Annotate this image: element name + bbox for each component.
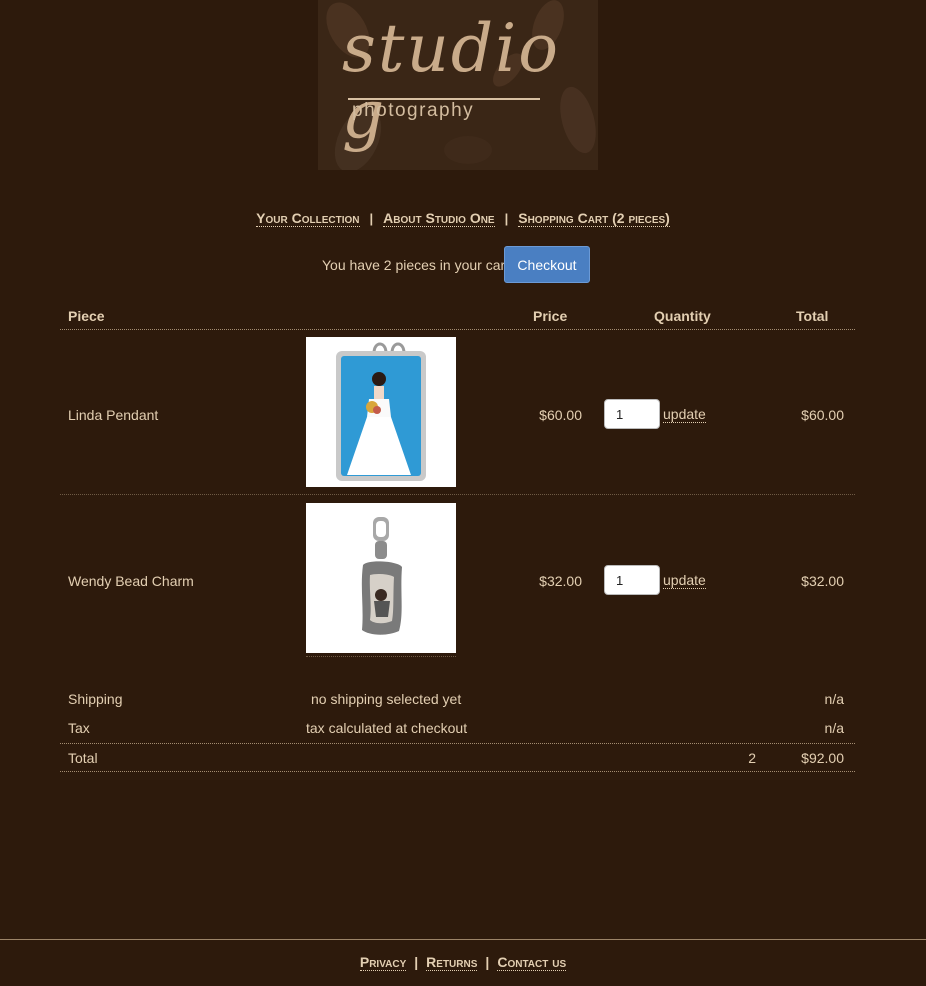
header-price: Price [533, 308, 568, 324]
update-link[interactable]: update [663, 407, 706, 423]
header-quantity: Quantity [654, 308, 711, 324]
tax-value: n/a [824, 720, 844, 736]
shipping-label: Shipping [68, 691, 123, 707]
logo-subtitle: photography [352, 100, 475, 121]
item-total: $60.00 [801, 407, 844, 423]
grand-total-count: 2 [748, 750, 756, 766]
footer-separator: | [414, 954, 419, 970]
nav-your-collection[interactable]: Your Collection [256, 210, 360, 227]
header-divider [60, 329, 855, 330]
checkout-button[interactable]: Checkout [504, 246, 590, 283]
cart-count-text: You have 2 pieces in your cart. [322, 257, 513, 273]
item-name: Linda Pendant [68, 407, 159, 423]
update-link[interactable]: update [663, 573, 706, 589]
footer-returns-link[interactable]: Returns [426, 954, 478, 971]
shipping-value: n/a [824, 691, 844, 707]
quantity-input[interactable] [604, 399, 660, 429]
logo-script-text: studio g [342, 10, 560, 153]
row-divider [306, 656, 456, 657]
total-divider-top [60, 743, 855, 744]
header-piece: Piece [68, 308, 105, 324]
header-total: Total [796, 308, 829, 324]
footer-separator: | [485, 954, 490, 970]
total-divider-bottom [60, 771, 855, 772]
tax-label: Tax [68, 720, 90, 736]
nav-about-studio-one[interactable]: About Studio One [383, 210, 495, 227]
footer-divider [0, 939, 926, 940]
item-image-wendy-bead-charm[interactable] [306, 503, 456, 653]
item-name: Wendy Bead Charm [68, 573, 194, 589]
item-price: $60.00 [539, 407, 582, 423]
footer-privacy-link[interactable]: Privacy [359, 954, 407, 971]
footer-nav: Privacy | Returns | Contact us [0, 954, 926, 971]
item-price: $32.00 [539, 573, 582, 589]
nav-separator: | [504, 211, 509, 226]
shipping-note: no shipping selected yet [311, 691, 462, 707]
site-logo[interactable]: studio g photography [318, 0, 598, 170]
quantity-input[interactable] [604, 565, 660, 595]
row-divider [60, 494, 855, 495]
nav-shopping-cart[interactable]: Shopping Cart (2 pieces) [518, 210, 670, 227]
item-image-linda-pendant[interactable] [306, 337, 456, 487]
grand-total-value: $92.00 [801, 750, 844, 766]
main-nav: Your Collection | About Studio One | Shoppin… [0, 210, 926, 227]
tax-note: tax calculated at checkout [306, 720, 468, 736]
nav-separator: | [369, 211, 374, 226]
footer-contact-link[interactable]: Contact us [497, 954, 567, 971]
grand-total-label: Total [68, 750, 98, 766]
item-total: $32.00 [801, 573, 844, 589]
